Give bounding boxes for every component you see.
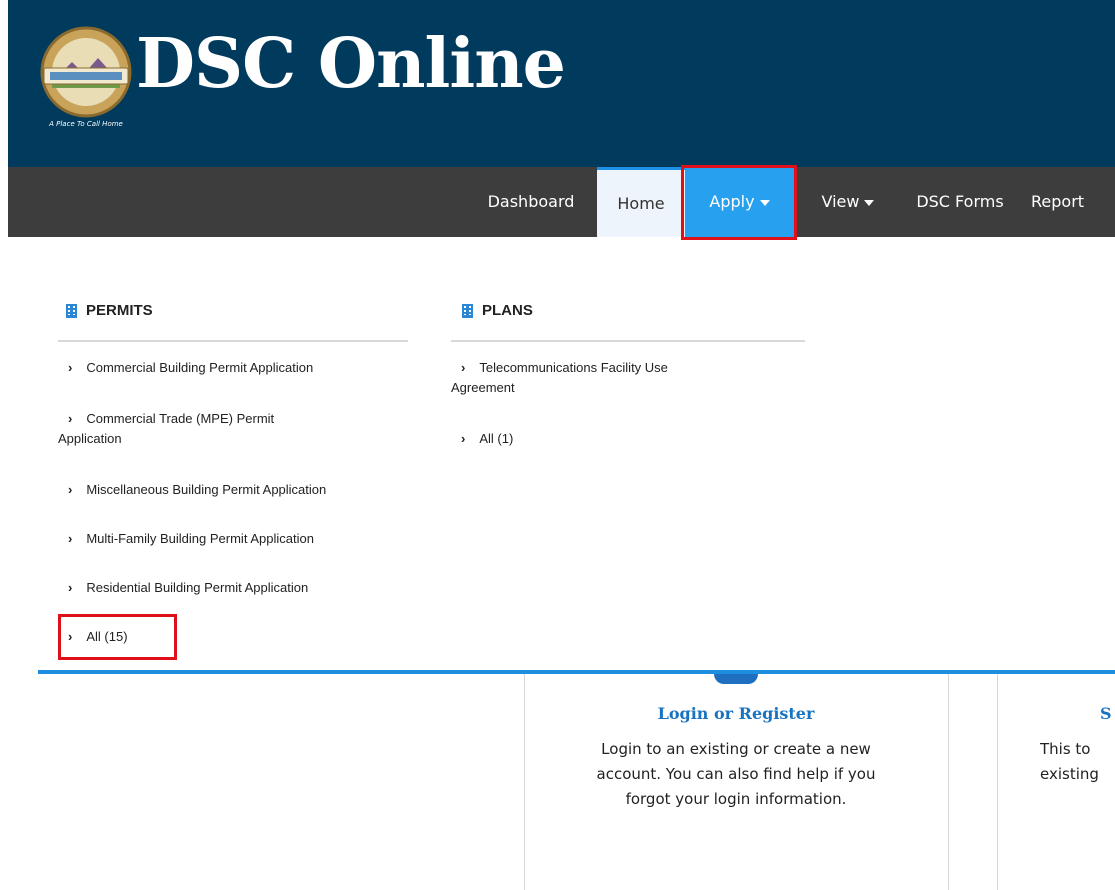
menu-link-commercial-trade[interactable]: › Commercial Trade (MPE) Permit Applicati… [58, 409, 274, 449]
login-card-description: Login to an existing or create a new acc… [530, 737, 942, 812]
plans-heading: PLANS [462, 302, 533, 319]
second-card-title[interactable]: S [1100, 704, 1115, 723]
caret-down-icon [864, 199, 875, 206]
login-card-line: account. You can also find help if you [596, 765, 876, 783]
city-seal-logo[interactable]: A Place To Call Home [36, 22, 136, 130]
site-header: A Place To Call Home DSC Online [8, 0, 1115, 167]
chevron-right-icon: › [68, 580, 73, 595]
nav-dashboard[interactable]: Dashboard [475, 167, 587, 237]
menu-link-plans-all[interactable]: › All (1) [451, 429, 513, 449]
nav-apply[interactable]: Apply [685, 167, 794, 237]
menu-link-commercial-building[interactable]: › Commercial Building Permit Application [58, 358, 313, 378]
menu-link-miscellaneous[interactable]: › Miscellaneous Building Permit Applicati… [58, 480, 326, 500]
login-card-line: Login to an existing or create a new [601, 740, 871, 758]
nav-home[interactable]: Home [597, 167, 685, 237]
second-card-line: existing [1040, 765, 1099, 783]
second-card-line: This to [1040, 740, 1091, 758]
building-icon [66, 303, 77, 318]
login-card-line: forgot your login information. [625, 790, 847, 808]
nav-dsc-forms-label: DSC Forms [916, 192, 1004, 211]
nav-dashboard-label: Dashboard [487, 192, 575, 211]
nav-home-label: Home [617, 194, 665, 213]
logo-tagline: A Place To Call Home [48, 120, 123, 128]
link-label: All (1) [479, 431, 514, 446]
building-icon [462, 303, 473, 318]
link-label: All (15) [86, 629, 128, 644]
menu-link-telecom[interactable]: › Telecommunications Facility Use Agreeme… [451, 358, 668, 398]
nav-dsc-forms[interactable]: DSC Forms [897, 167, 1023, 237]
link-label: Commercial Building Permit Application [86, 360, 314, 375]
link-label-continued: Application [58, 431, 122, 446]
menu-link-permits-all[interactable]: › All (15) [58, 627, 128, 647]
link-label: Telecommunications Facility Use [479, 360, 668, 375]
link-label: Miscellaneous Building Permit Applicatio… [86, 482, 327, 497]
chevron-right-icon: › [461, 431, 466, 446]
menu-link-residential[interactable]: › Residential Building Permit Application [58, 578, 308, 598]
login-circle-icon [714, 674, 758, 684]
chevron-right-icon: › [68, 411, 73, 426]
link-label: Commercial Trade (MPE) Permit [86, 411, 275, 426]
nav-report[interactable]: Report [1031, 167, 1115, 237]
permits-heading: PERMITS [66, 302, 153, 319]
main-nav: Dashboard Home Apply View DSC Forms Repo… [8, 167, 1115, 237]
link-label: Residential Building Permit Application [86, 580, 309, 595]
nav-report-label: Report [1031, 192, 1085, 211]
link-label: Multi-Family Building Permit Application [86, 531, 314, 546]
nav-apply-label: Apply [709, 192, 755, 211]
card-divider-right [997, 674, 998, 890]
plans-title: PLANS [482, 302, 533, 319]
menu-link-multi-family[interactable]: › Multi-Family Building Permit Applicatio… [58, 529, 314, 549]
chevron-right-icon: › [68, 629, 73, 644]
chevron-right-icon: › [461, 360, 466, 375]
plans-divider [451, 340, 805, 342]
dropdown-bottom-border [38, 670, 1115, 674]
nav-view-label: View [821, 192, 860, 211]
site-title[interactable]: DSC Online [136, 30, 566, 98]
link-label-continued: Agreement [451, 380, 515, 395]
chevron-right-icon: › [68, 482, 73, 497]
permits-divider [58, 340, 408, 342]
login-register-link[interactable]: Login or Register [540, 704, 932, 723]
caret-down-icon [759, 199, 770, 206]
card-divider-middle [948, 674, 949, 890]
second-card-description: This to existing [1040, 737, 1115, 787]
nav-view[interactable]: View [805, 167, 891, 237]
permits-title: PERMITS [86, 302, 153, 319]
chevron-right-icon: › [68, 531, 73, 546]
card-divider-left [524, 674, 525, 890]
chevron-right-icon: › [68, 360, 73, 375]
